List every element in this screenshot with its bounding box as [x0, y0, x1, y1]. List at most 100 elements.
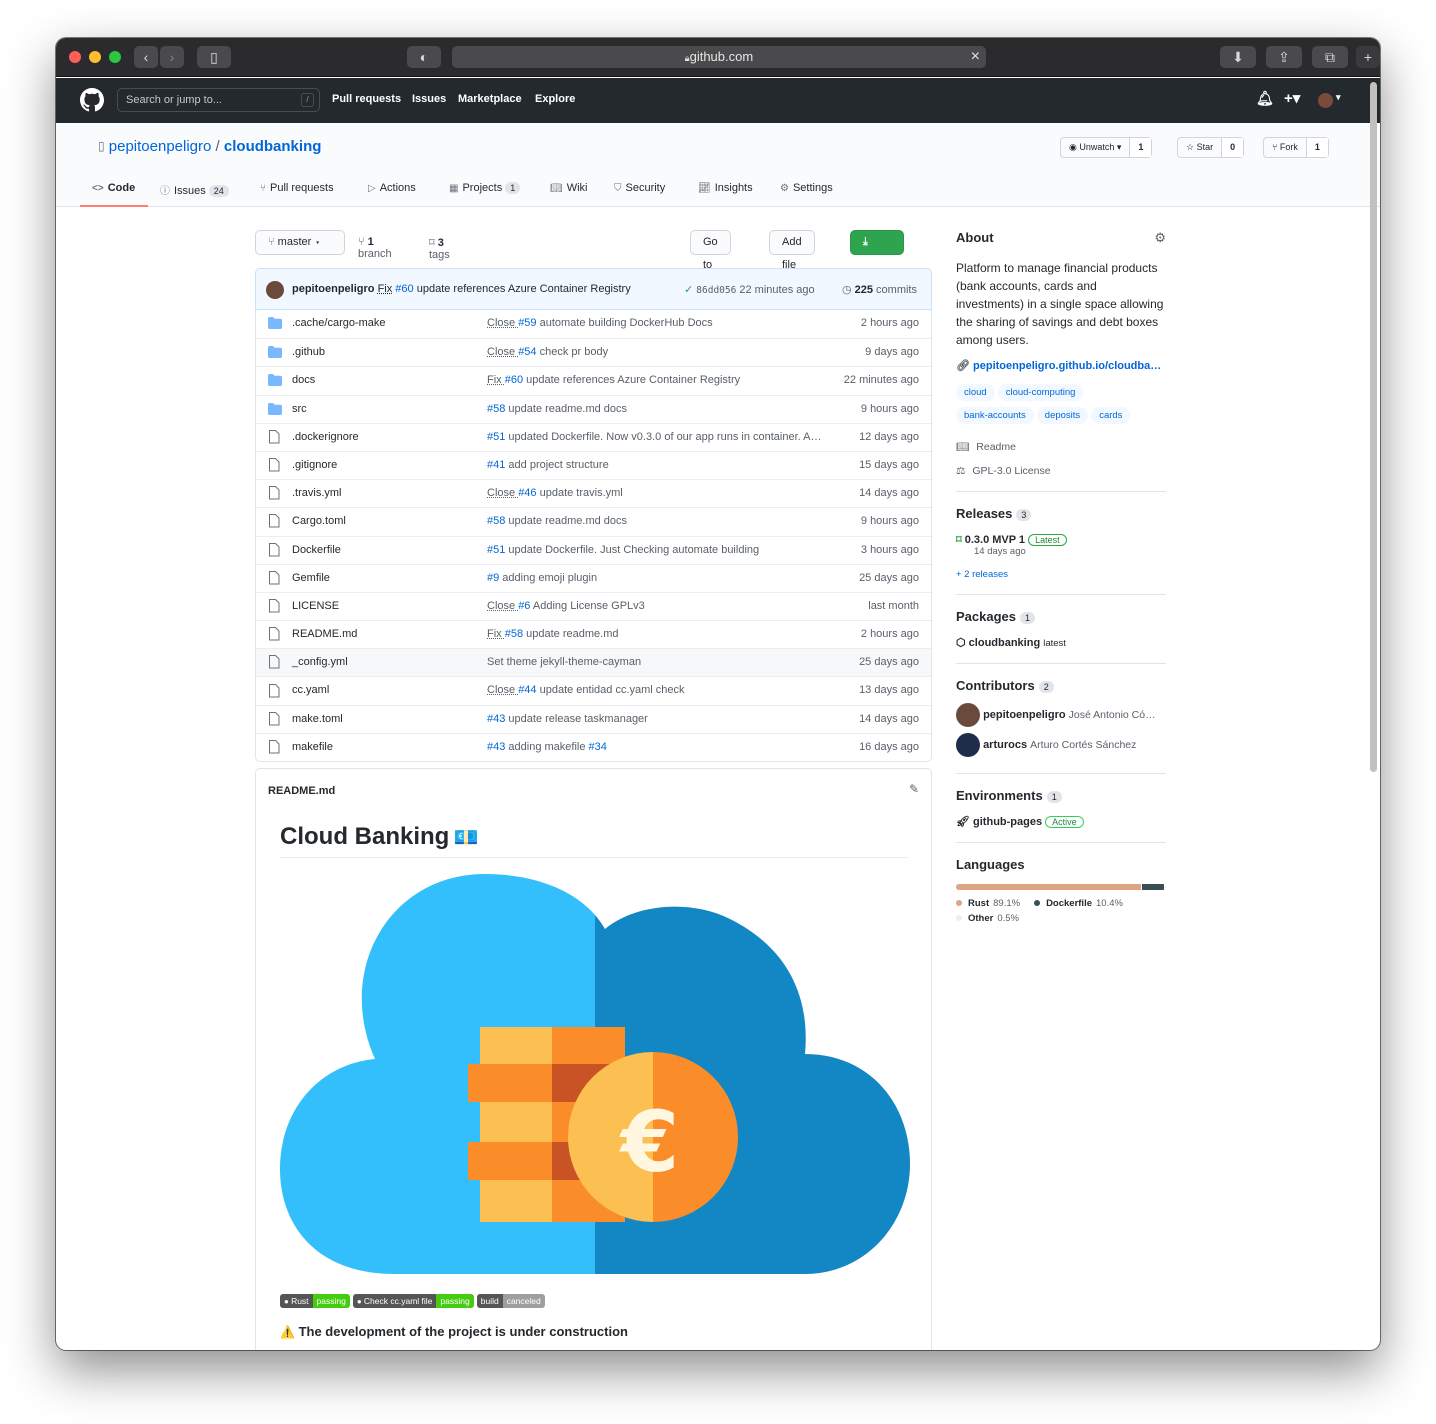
file-name[interactable]: .github	[292, 339, 325, 366]
commit-message-text[interactable]: update release taskmanager	[505, 713, 647, 725]
language-item[interactable]: Rust 89.1%	[956, 898, 1020, 909]
commit-prefix[interactable]: Close	[487, 346, 518, 358]
commit-message[interactable]: #43 adding makefile #34	[487, 734, 832, 761]
search-input[interactable]: Search or jump to... /	[117, 88, 320, 112]
commits-link[interactable]: ◷ 225 commits	[842, 283, 917, 296]
commit-prefix[interactable]: Close	[487, 684, 518, 696]
commit-message[interactable]: #51 update Dockerfile. Just Checking aut…	[487, 537, 832, 564]
tab-insights[interactable]: 📈︎ Insights	[698, 182, 753, 194]
commit-message[interactable]: #58 update readme.md docs	[487, 396, 832, 423]
file-row[interactable]: cc.yaml Close #44 update entidad cc.yaml …	[256, 676, 931, 704]
commit-sha[interactable]: 86dd056	[696, 285, 736, 296]
sidebar-toggle-button[interactable]: ▯	[197, 46, 231, 68]
commit-message-text[interactable]: adding makefile	[505, 741, 588, 753]
go-to-file-button[interactable]: Go to file	[690, 230, 731, 294]
topic-tag[interactable]: cards	[1091, 407, 1131, 424]
commit-message[interactable]: Fix #58 update readme.md	[487, 621, 832, 648]
close-icon[interactable]: ×	[971, 46, 980, 68]
issue-link[interactable]: #59	[518, 317, 536, 329]
file-name[interactable]: .cache/cargo-make	[292, 310, 386, 337]
file-name[interactable]: makefile	[292, 734, 333, 761]
file-name[interactable]: .gitignore	[292, 452, 337, 479]
star-button[interactable]: ☆ Star 0	[1177, 137, 1245, 158]
topic-tag[interactable]: deposits	[1036, 407, 1089, 424]
issue-link[interactable]: #58	[505, 628, 523, 640]
file-row[interactable]: LICENSE Close #6 Adding License GPLv3 last…	[256, 591, 931, 620]
file-row[interactable]: _config.yml Set theme jekyll-theme-cayman…	[256, 648, 931, 677]
issue-link[interactable]: #9	[487, 572, 499, 584]
scrollbar[interactable]	[1370, 82, 1377, 772]
file-name[interactable]: Cargo.toml	[292, 508, 346, 535]
tab-settings[interactable]: ⚙ Settings	[780, 182, 833, 194]
commit-message-text[interactable]: check pr body	[537, 346, 609, 358]
package-item[interactable]: ⬡ cloudbanking latest	[956, 636, 1166, 649]
commit-message[interactable]: Fix #60 update references Azure Containe…	[487, 367, 832, 394]
code-button[interactable]: ⤓ Code ▾	[850, 230, 904, 294]
commit-message-text[interactable]: update references Azure Container Regist…	[523, 374, 740, 386]
fork-button[interactable]: ⑂ Fork 1	[1263, 137, 1329, 158]
commit-message[interactable]: Close #6 Adding License GPLv3	[487, 593, 832, 620]
commit-prefix[interactable]: Fix	[487, 628, 505, 640]
watch-button[interactable]: ◉ Unwatch ▾ 1	[1060, 137, 1153, 158]
plus-dropdown-icon[interactable]: +▾	[1284, 89, 1300, 107]
file-name[interactable]: _config.yml	[292, 649, 348, 676]
status-badge[interactable]: build canceled	[476, 1292, 545, 1309]
file-row[interactable]: README.md Fix #58 update readme.md 2 hours…	[256, 620, 931, 648]
nav-marketplace[interactable]: Marketplace	[458, 93, 522, 105]
commit-message-text[interactable]: automate building DockerHub Docs	[537, 317, 713, 329]
add-file-button[interactable]: Add file ▾	[769, 230, 815, 294]
file-name[interactable]: Dockerfile	[292, 537, 341, 564]
branch-selector[interactable]: ⑂ master ▾	[255, 230, 345, 255]
file-name[interactable]: cc.yaml	[292, 677, 329, 704]
commit-message-text[interactable]: update readme.md docs	[505, 515, 627, 527]
tabs-overview-button[interactable]: ⧉	[1312, 46, 1348, 68]
status-badge[interactable]: ● Check cc.yaml file passing	[352, 1292, 474, 1309]
commit-message-text[interactable]: updated Dockerfile. Now v0.3.0 of our ap…	[505, 431, 821, 443]
commit-prefix[interactable]: Close	[487, 600, 518, 612]
topic-tag[interactable]: cloud	[956, 384, 995, 401]
issue-link[interactable]: #43	[487, 713, 505, 725]
commit-message[interactable]: #41 add project structure	[487, 452, 832, 479]
releases-title[interactable]: Releases 3	[956, 506, 1166, 521]
issue-link[interactable]: #44	[518, 684, 536, 696]
commit-author[interactable]: pepitoenpeligro	[292, 283, 375, 295]
file-row[interactable]: docs Fix #60 update references Azure Cont…	[256, 366, 931, 394]
commit-message[interactable]: update references Azure Container Regist…	[417, 283, 631, 295]
commit-message[interactable]: Close #54 check pr body	[487, 339, 832, 366]
status-badge[interactable]: ● Rust passing	[280, 1292, 350, 1309]
repo-owner-link[interactable]: pepitoenpeligro	[109, 138, 212, 155]
downloads-button[interactable]: ⬇	[1220, 46, 1256, 68]
nav-issues[interactable]: Issues	[412, 93, 446, 105]
commit-message[interactable]: #58 update readme.md docs	[487, 508, 832, 535]
commit-message-text[interactable]: update readme.md	[523, 628, 618, 640]
issue-link[interactable]: #51	[487, 544, 505, 556]
language-item[interactable]: Dockerfile 10.4%	[1034, 898, 1123, 909]
commit-prefix[interactable]: Close	[487, 487, 518, 499]
commit-prefix[interactable]: Fix	[378, 283, 393, 295]
watch-count[interactable]: 1	[1129, 138, 1152, 157]
file-row[interactable]: Gemfile #9 adding emoji plugin 25 days ago	[256, 563, 931, 592]
commit-message-text[interactable]: Adding License GPLv3	[530, 600, 645, 612]
issue-link[interactable]: #60	[505, 374, 523, 386]
file-name[interactable]: README.md	[292, 621, 357, 648]
file-name[interactable]: Gemfile	[292, 565, 330, 592]
commit-message-text[interactable]: adding emoji plugin	[499, 572, 597, 584]
contributor-item[interactable]: pepitoenpeligro José Antonio Có…	[956, 703, 1166, 729]
commit-message-text[interactable]: update travis.yml	[537, 487, 623, 499]
issue-link[interactable]: #54	[518, 346, 536, 358]
file-row[interactable]: makefile #43 adding makefile #34 16 days a…	[256, 732, 931, 761]
file-row[interactable]: .gitignore #41 add project structure 15 da…	[256, 450, 931, 479]
nav-explore[interactable]: Explore	[535, 93, 575, 105]
topic-tag[interactable]: bank-accounts	[956, 407, 1034, 424]
website-url[interactable]: pepitoenpeligro.github.io/cloudba…	[973, 360, 1161, 372]
environments-title[interactable]: Environments 1	[956, 788, 1166, 803]
tags-link[interactable]: ⌑ 3 tags	[429, 236, 450, 261]
issue-link[interactable]: #6	[518, 600, 530, 612]
commit-message[interactable]: Close #59 automate building DockerHub Do…	[487, 310, 832, 337]
file-name[interactable]: LICENSE	[292, 593, 339, 620]
back-button[interactable]: ‹	[134, 46, 158, 68]
file-row[interactable]: .travis.yml Close #46 update travis.yml 14…	[256, 479, 931, 507]
gear-icon[interactable]: ⚙	[1154, 230, 1166, 246]
website-link[interactable]: 🔗︎ pepitoenpeligro.github.io/cloudba…	[956, 359, 1166, 372]
close-window-button[interactable]	[69, 51, 81, 63]
